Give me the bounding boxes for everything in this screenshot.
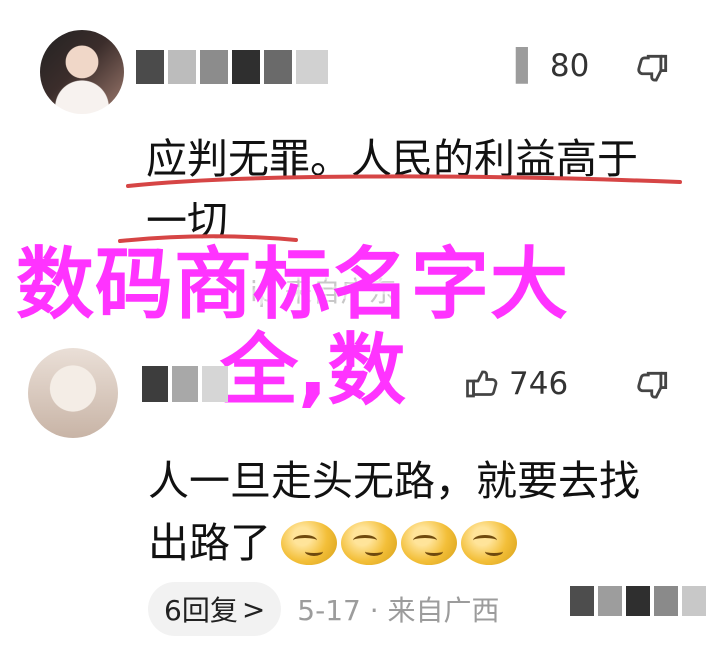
comment-line: 人一旦走头无路，就要去找 [148, 457, 640, 505]
comment-meta-row: 6回复 > 5-17 · 来自广西 [148, 582, 500, 636]
username-mosaic [142, 366, 228, 402]
username-mosaic [136, 50, 328, 84]
avatar[interactable] [28, 348, 118, 438]
comment-timestamp-location: 5-17 · 来自广西 [297, 594, 500, 627]
emoji-group [281, 521, 517, 565]
chevron-right-icon: > [241, 592, 266, 626]
username-mosaic [570, 586, 706, 616]
comment-line: 应判无罪。人民的利益高于 [146, 135, 638, 183]
face-emoji-icon [401, 521, 457, 565]
like-count[interactable]: 746 [463, 366, 568, 402]
overlay-title-line-2: 全,数 [220, 326, 406, 416]
face-emoji-icon [341, 521, 397, 565]
like-count[interactable]: ▌ 80 [516, 48, 589, 84]
replies-button[interactable]: 6回复 > [148, 582, 282, 636]
overlay-title-line-1: 数码商标名字大 [16, 240, 570, 330]
comment-body: 人一旦走头无路，就要去找 出路了 [148, 450, 668, 574]
thumbs-up-icon[interactable] [463, 366, 499, 402]
comment-line-with-emoji: 出路了 [148, 512, 668, 574]
avatar[interactable] [40, 30, 124, 114]
face-emoji-icon [281, 521, 337, 565]
divider-mark: ▌ [516, 48, 540, 84]
thumbs-down-icon[interactable] [634, 367, 672, 405]
comment-body: 应判无罪。人民的利益高于 一切 [146, 128, 666, 252]
thumbs-down-icon[interactable] [634, 50, 672, 88]
face-emoji-icon [461, 521, 517, 565]
